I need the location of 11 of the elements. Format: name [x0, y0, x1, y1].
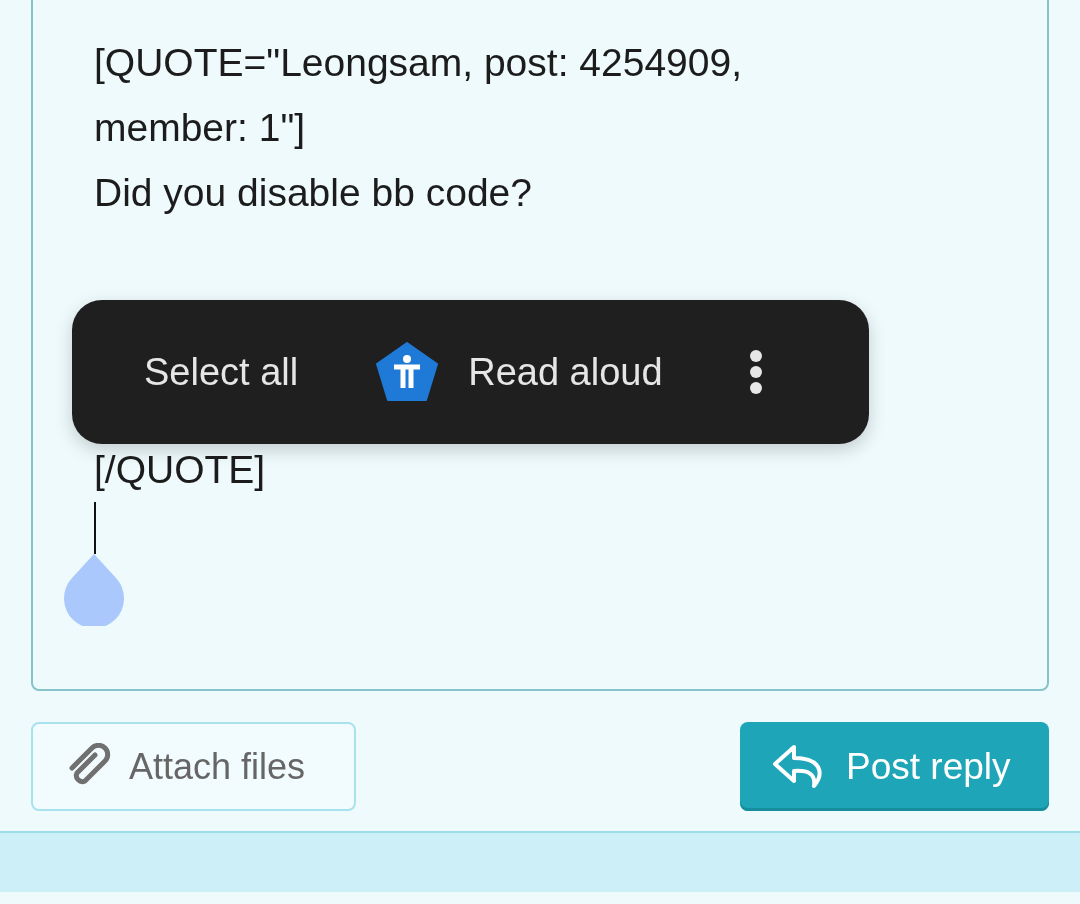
more-options-icon[interactable] [748, 349, 763, 395]
text-line: [/QUOTE] [94, 447, 267, 493]
text-line: [QUOTE="Leongsam, post: 4254909, member: 1"] [94, 40, 743, 151]
text-line: Did you disable bb code? [94, 170, 533, 216]
select-all-item[interactable]: Select all [144, 339, 299, 405]
read-aloud-item[interactable]: Read aloud [376, 339, 663, 405]
selection-handle[interactable] [63, 554, 125, 626]
text-editor[interactable]: [QUOTE="Leongsam, post: 4254909, member: 1"] Did you disable bb code? Select all Read aloud [/QUOTE] [31, 0, 1049, 691]
attach-files-button[interactable]: Attach files [31, 722, 356, 811]
text-cursor [94, 502, 96, 554]
accessibility-icon [376, 342, 439, 402]
